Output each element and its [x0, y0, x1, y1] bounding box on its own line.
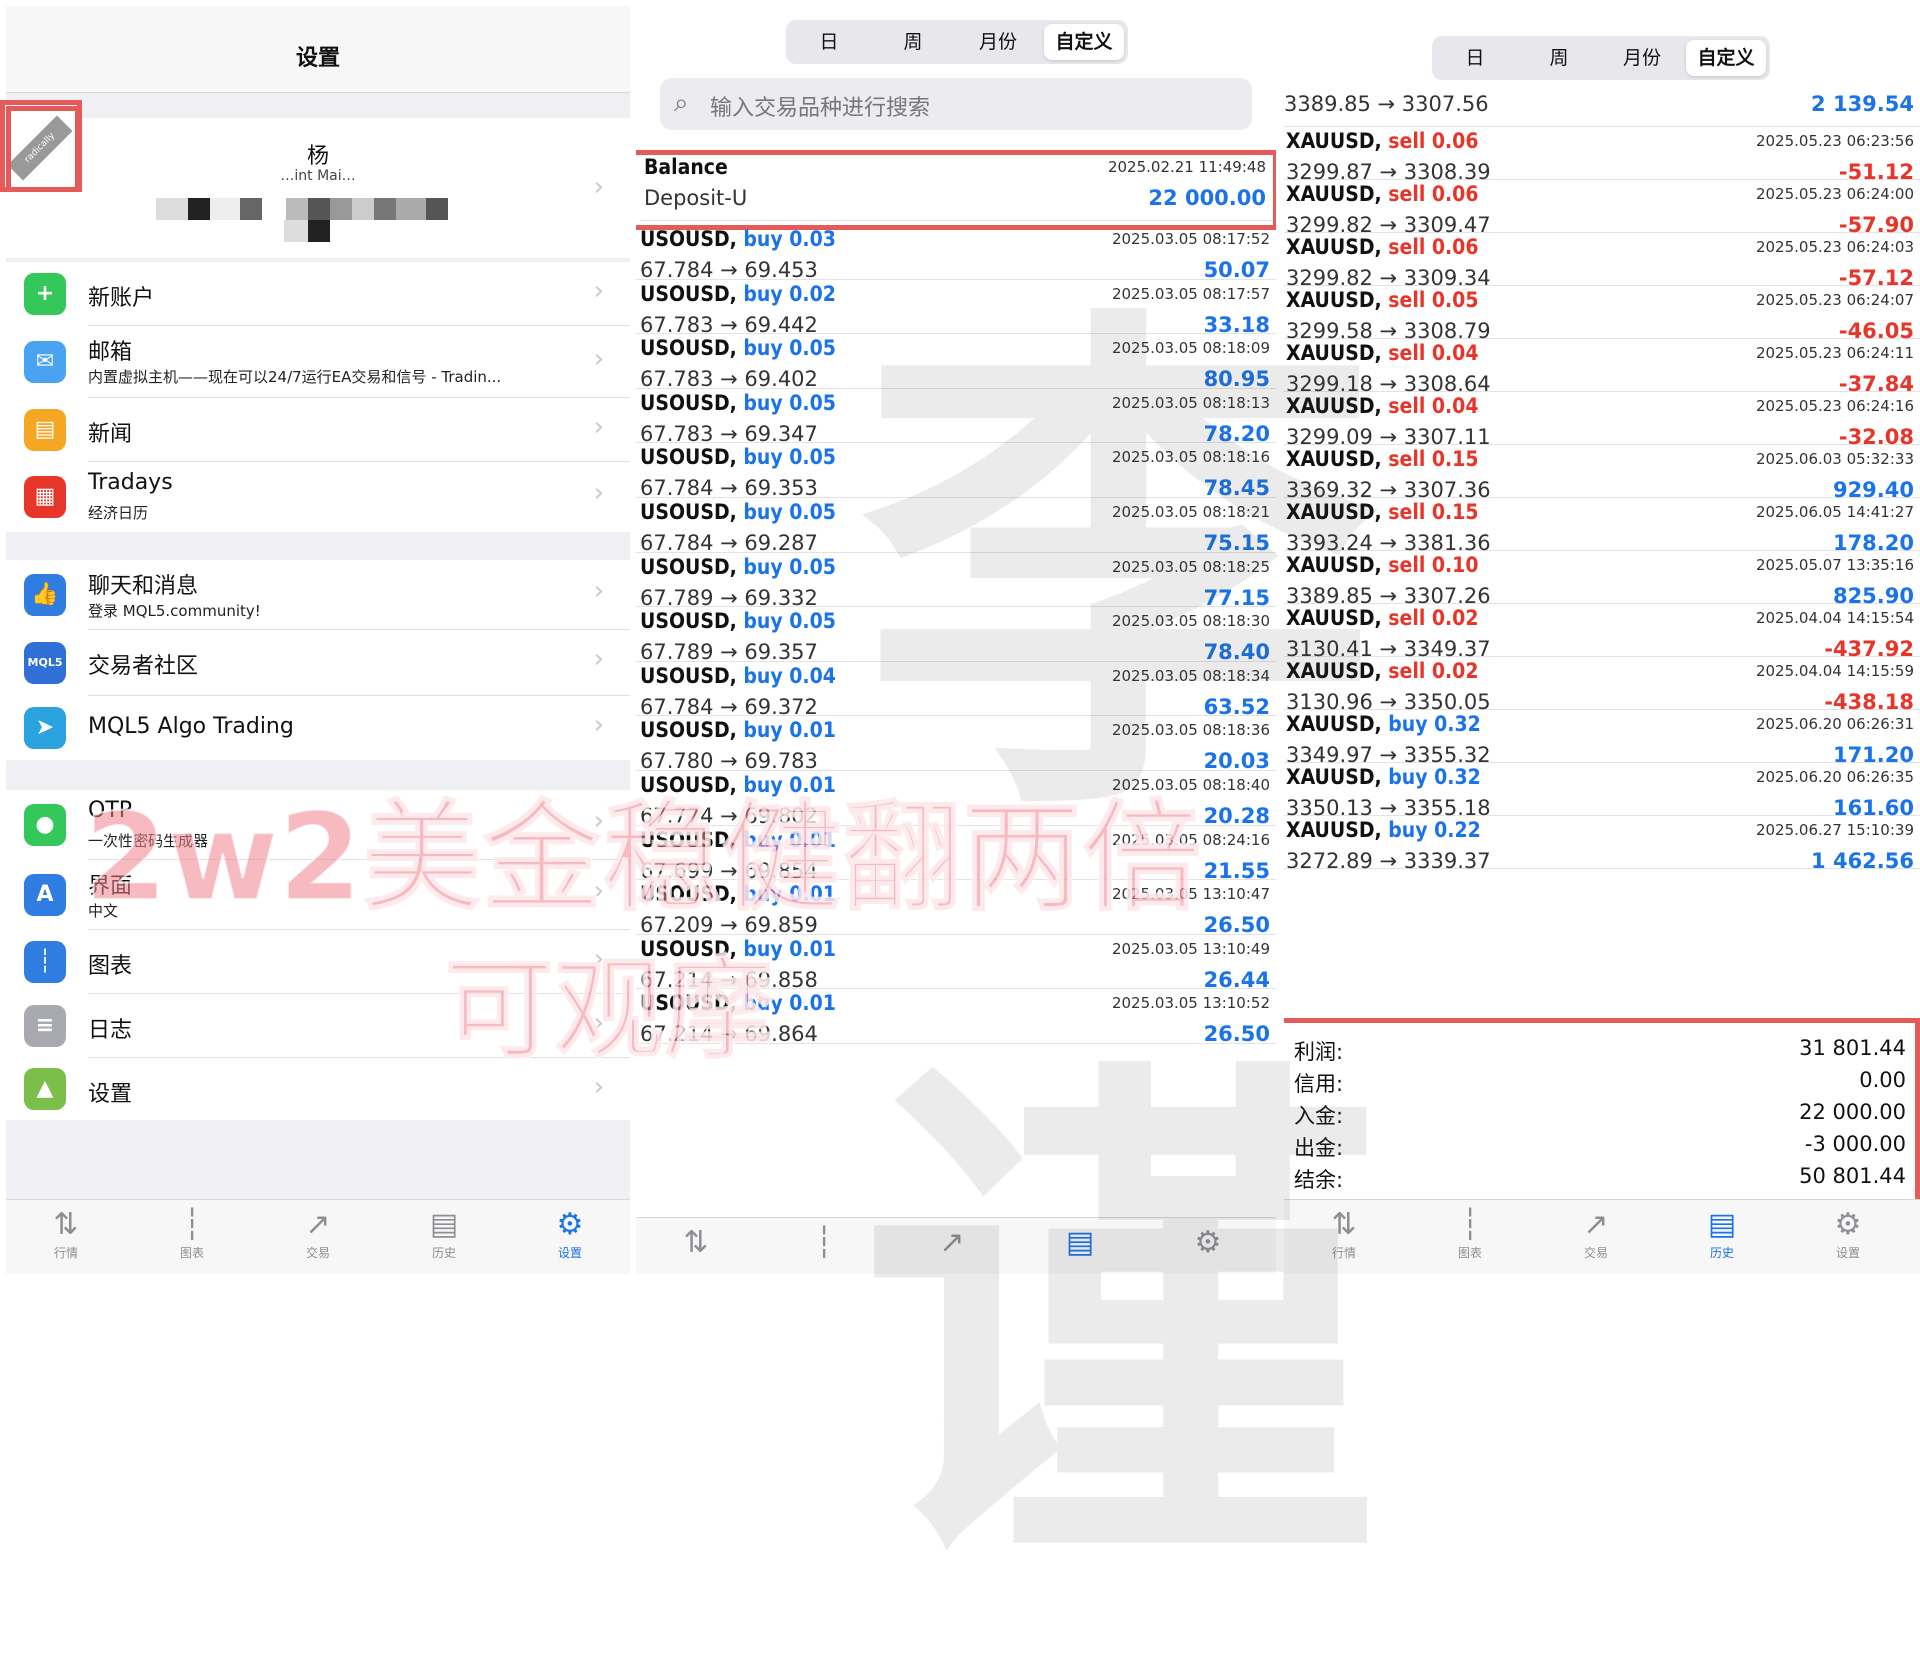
- mail-icon: ✉: [24, 341, 66, 383]
- row-new-account[interactable]: + 新账户 ›: [6, 262, 630, 326]
- tab-label: 行情: [53, 1246, 78, 1260]
- telegram-icon: ➤: [24, 707, 66, 749]
- deal-symbol: USOUSD, buy 0.04: [640, 663, 836, 688]
- segment-day[interactable]: 日: [790, 24, 868, 60]
- deal-symbol: USOUSD, buy 0.01: [640, 718, 836, 743]
- chevron-right-icon: ›: [593, 478, 604, 508]
- segment-custom[interactable]: 自定义: [1686, 40, 1766, 76]
- chevron-right-icon: ›: [593, 644, 604, 674]
- settings-panel: 设置 杨 …int Mai… › radically + 新账户 › ✉ 邮箱 …: [6, 6, 630, 1274]
- segment-month[interactable]: 月份: [958, 24, 1038, 60]
- deal-symbol: USOUSD, buy 0.05: [640, 445, 836, 470]
- search-input[interactable]: ⌕ 输入交易品种进行搜索: [660, 78, 1252, 130]
- deal-profit: 2 139.54: [1811, 92, 1914, 116]
- tab-label: 交易: [305, 1246, 330, 1260]
- quotes-icon: ⇅: [683, 1225, 709, 1260]
- settings-app-icon: ▲: [24, 1068, 66, 1110]
- deal-symbol: USOUSD, buy 0.05: [640, 390, 836, 415]
- quotes-icon: ⇅: [53, 1207, 79, 1242]
- gear-icon: ⚙: [556, 1207, 584, 1242]
- chart-icon: ┆: [814, 1225, 834, 1260]
- row-label: 交易者社区: [88, 654, 199, 679]
- history-icon: ▤: [429, 1207, 459, 1242]
- tab-label: 图表: [179, 1246, 204, 1260]
- new-account-icon: +: [24, 273, 66, 315]
- row-label: MQL5 Algo Trading: [88, 714, 294, 739]
- row-community[interactable]: MQL5 交易者社区 ›: [6, 630, 630, 696]
- row-label: 新账户: [88, 286, 155, 311]
- chevron-right-icon: ›: [593, 710, 604, 740]
- chevron-right-icon: ›: [593, 412, 604, 442]
- chart-icon: ┆: [24, 941, 66, 983]
- search-icon: ⌕: [674, 88, 689, 118]
- journal-icon: ≡: [24, 1005, 66, 1047]
- chevron-right-icon: ›: [593, 344, 604, 374]
- pixelated-redaction: [156, 198, 476, 242]
- row-label: 邮箱: [88, 340, 133, 365]
- promo-subline: 可观摩: [443, 945, 775, 1075]
- deal-symbol: USOUSD, buy 0.05: [640, 609, 836, 634]
- chevron-right-icon: ›: [593, 172, 604, 202]
- row-sublabel: 内置虚拟主机——现在可以24/7运行EA交易和信号 - Tradin...: [88, 368, 502, 386]
- tab-quotes[interactable]: ⇅ 行情: [26, 1206, 106, 1261]
- segment-month[interactable]: 月份: [1602, 40, 1682, 76]
- row-label: 设置: [88, 1082, 133, 1107]
- profile-card[interactable]: 杨 …int Mai… ›: [6, 118, 630, 258]
- row-tradays[interactable]: ▦ Tradays 经济日历 ›: [6, 462, 630, 532]
- chart-icon: ┆: [182, 1207, 202, 1242]
- language-icon: A: [24, 874, 66, 916]
- row-sublabel: 登录 MQL5.community!: [88, 602, 261, 620]
- row-label: 日志: [88, 1018, 133, 1043]
- deal-symbol: USOUSD, buy 0.03: [640, 227, 836, 251]
- row-label: 聊天和消息: [88, 574, 199, 599]
- row-label: 图表: [88, 954, 133, 979]
- period-segmented-control: 日 周 月份 自定义: [786, 20, 1128, 64]
- row-label: 新闻: [88, 422, 133, 447]
- row-algo-trading[interactable]: ➤ MQL5 Algo Trading ›: [6, 696, 630, 760]
- deal-symbol: USOUSD, buy 0.02: [640, 281, 836, 306]
- row-label: Tradays: [88, 470, 173, 495]
- tab-bar: ⇅ 行情 ┆ 图表 ↗ 交易 ▤ 历史 ⚙ 设置: [6, 1199, 630, 1274]
- row-sublabel: 经济日历: [88, 504, 149, 522]
- promo-headline: 2w2美金稳健翻两倍: [83, 788, 1203, 929]
- deal-symbol: USOUSD, buy 0.05: [640, 554, 836, 579]
- tab-history[interactable]: ▤ 历史: [404, 1206, 484, 1261]
- chat-icon: 👍: [24, 574, 66, 616]
- trade-icon: ↗: [305, 1207, 331, 1242]
- tab-settings[interactable]: ⚙ 设置: [530, 1206, 610, 1261]
- news-icon: ▤: [24, 409, 66, 451]
- otp-icon: ●: [24, 804, 66, 846]
- tab-charts[interactable]: ┆ 图表: [152, 1206, 232, 1261]
- chevron-right-icon: ›: [593, 276, 604, 306]
- mql5-icon: MQL5: [24, 642, 66, 684]
- row-mailbox[interactable]: ✉ 邮箱 内置虚拟主机——现在可以24/7运行EA交易和信号 - Tradin.…: [6, 326, 630, 398]
- settings-group-2: 👍 聊天和消息 登录 MQL5.community! › MQL5 交易者社区 …: [6, 560, 630, 760]
- deal-row-partial[interactable]: 3389.85 → 3307.56 2 139.54: [1284, 88, 1920, 127]
- tradays-icon: ▦: [24, 476, 66, 518]
- segment-custom[interactable]: 自定义: [1044, 24, 1124, 60]
- highlight-box-logo: [0, 100, 82, 192]
- segment-day[interactable]: 日: [1436, 40, 1514, 76]
- row-chat[interactable]: 👍 聊天和消息 登录 MQL5.community! ›: [6, 560, 630, 630]
- segment-week[interactable]: 周: [874, 24, 952, 60]
- profile-account: …int Mai…: [280, 168, 356, 184]
- segment-week[interactable]: 周: [1520, 40, 1598, 76]
- tab-quotes[interactable]: ⇅: [656, 1224, 736, 1262]
- page-title: 设置: [6, 6, 630, 93]
- profile-name: 杨: [306, 144, 329, 169]
- chevron-right-icon: ›: [593, 576, 604, 606]
- tab-charts[interactable]: ┆: [784, 1224, 864, 1262]
- search-placeholder: 输入交易品种进行搜索: [710, 96, 931, 121]
- deal-symbol: USOUSD, buy 0.05: [640, 336, 836, 361]
- deal-prices: 3389.85 → 3307.56: [1284, 92, 1489, 116]
- tab-label: 设置: [557, 1246, 582, 1260]
- period-segmented-control: 日 周 月份 自定义: [1432, 36, 1770, 80]
- deal-symbol: USOUSD, buy 0.05: [640, 500, 836, 524]
- deal-time: 2025.05.23 06:23:56: [1755, 132, 1914, 150]
- tab-label: 历史: [431, 1246, 456, 1260]
- settings-group-1: + 新账户 › ✉ 邮箱 内置虚拟主机——现在可以24/7运行EA交易和信号 -…: [6, 262, 630, 532]
- row-news[interactable]: ▤ 新闻 ›: [6, 398, 630, 462]
- tab-trade[interactable]: ↗ 交易: [278, 1206, 358, 1261]
